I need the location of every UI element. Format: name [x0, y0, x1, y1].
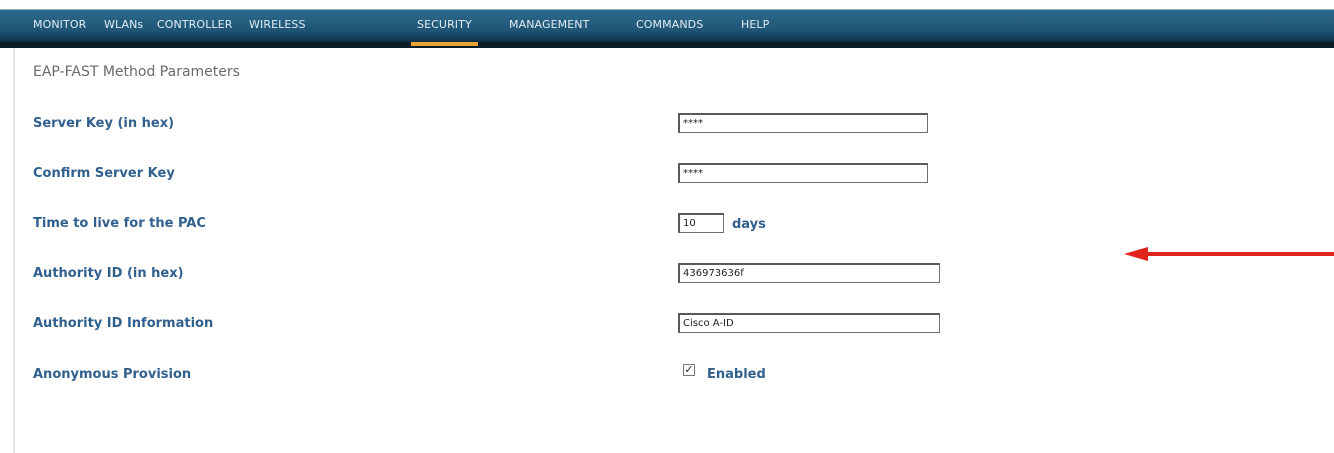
nav-management[interactable]: MANAGEMENT [509, 18, 589, 38]
authority-id-label: Authority ID (in hex) [33, 266, 184, 281]
anonymous-provision-label: Anonymous Provision [33, 367, 192, 382]
nav-monitor[interactable]: MONITOR [33, 18, 86, 38]
left-arrow-icon [1124, 247, 1334, 261]
authority-id-input[interactable] [678, 263, 940, 283]
confirm-server-key-input[interactable] [678, 163, 928, 183]
left-divider [13, 48, 15, 453]
nav-controller[interactable]: CONTROLLER [157, 18, 232, 38]
nav-help[interactable]: HELP [741, 18, 769, 38]
server-key-input[interactable] [678, 113, 928, 133]
server-key-label: Server Key (in hex) [33, 116, 175, 131]
pac-ttl-unit: days [732, 217, 766, 232]
authority-id-info-input[interactable] [678, 313, 940, 333]
pac-ttl-input[interactable] [678, 213, 724, 233]
nav-wlans[interactable]: WLANs [104, 18, 143, 38]
authority-id-info-label: Authority ID Information [33, 316, 214, 331]
check-mark-icon: ✓ [684, 363, 694, 376]
page-title: EAP-FAST Method Parameters [33, 64, 240, 80]
nav-security[interactable]: SECURITY [411, 18, 478, 46]
nav-commands[interactable]: COMMANDS [636, 18, 703, 38]
anonymous-provision-enabled-label: Enabled [707, 367, 766, 382]
anonymous-provision-checkbox[interactable]: ✓ [683, 364, 695, 376]
nav-wireless[interactable]: WIRELESS [249, 18, 306, 38]
navigation-bar-shadow [0, 42, 1334, 48]
pac-ttl-label: Time to live for the PAC [33, 216, 206, 231]
main-nav: MONITOR WLANs CONTROLLER WIRELESS SECURI… [0, 10, 1334, 46]
confirm-server-key-label: Confirm Server Key [33, 166, 175, 181]
